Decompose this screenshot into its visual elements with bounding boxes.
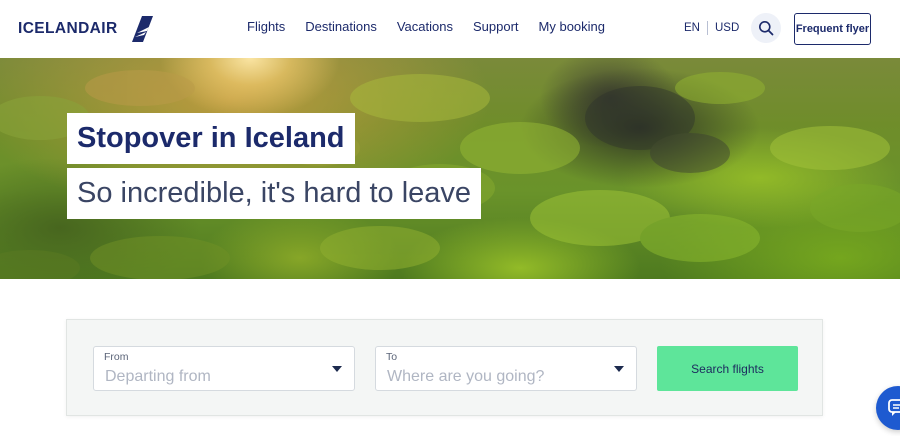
search-button[interactable] xyxy=(751,13,781,43)
currency-code: USD xyxy=(714,22,740,34)
nav-my-booking[interactable]: My booking xyxy=(539,19,605,34)
nav-destinations[interactable]: Destinations xyxy=(305,19,377,34)
hero-banner: Stopover in Iceland So incredible, it's … xyxy=(0,58,900,279)
nav-flights[interactable]: Flights xyxy=(247,19,285,34)
chat-icon xyxy=(888,399,900,416)
chevron-down-icon xyxy=(332,366,342,372)
search-flights-button[interactable]: Search flights xyxy=(657,346,798,391)
locale-divider xyxy=(706,21,708,35)
departure-field[interactable]: From Departing from xyxy=(93,346,355,391)
nav-support[interactable]: Support xyxy=(473,19,519,34)
brand-logo[interactable]: ICELANDAIR xyxy=(18,14,154,44)
brand-mark-icon xyxy=(131,16,153,42)
chevron-down-icon xyxy=(614,366,624,372)
departure-label: From xyxy=(104,351,129,363)
destination-label: To xyxy=(386,351,398,363)
hero-headline: Stopover in Iceland xyxy=(67,113,355,164)
main-nav: Flights Destinations Vacations Support M… xyxy=(247,19,605,34)
destination-placeholder: Where are you going? xyxy=(387,368,545,385)
destination-field[interactable]: To Where are you going? xyxy=(375,346,637,391)
site-header: ICELANDAIR Flights Destinations Vacation… xyxy=(0,0,900,58)
nav-vacations[interactable]: Vacations xyxy=(397,19,453,34)
locale-selector[interactable]: EN USD xyxy=(684,21,739,35)
language-code: EN xyxy=(684,22,700,34)
hero-subheadline: So incredible, it's hard to leave xyxy=(67,168,482,219)
search-icon xyxy=(759,21,774,36)
frequent-flyer-button[interactable]: Frequent flyer xyxy=(794,13,871,45)
chat-button[interactable] xyxy=(876,386,900,430)
departure-placeholder: Departing from xyxy=(105,368,211,385)
brand-name: ICELANDAIR xyxy=(18,20,118,37)
flight-search-panel: From Departing from To Where are you goi… xyxy=(66,319,823,416)
